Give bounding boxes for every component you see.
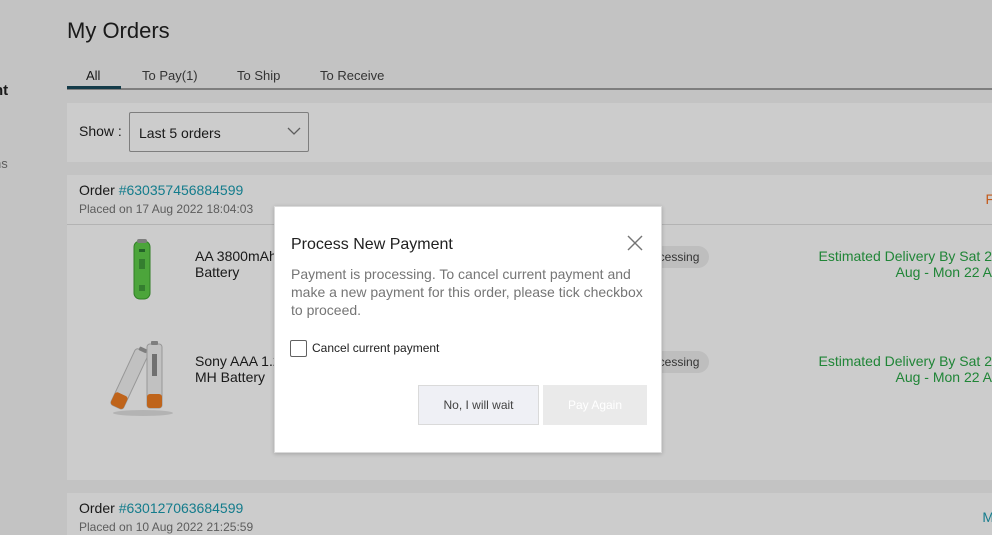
process-payment-dialog: Process New Payment Payment is processin… <box>274 206 662 453</box>
close-icon[interactable] <box>626 234 644 252</box>
wait-button[interactable]: No, I will wait <box>418 385 539 425</box>
cancel-payment-checkbox[interactable] <box>290 340 307 357</box>
cancel-payment-label[interactable]: Cancel current payment <box>312 341 439 355</box>
pay-again-button[interactable]: Pay Again <box>543 385 647 425</box>
dialog-message: Payment is processing. To cancel current… <box>291 266 643 318</box>
dialog-title: Process New Payment <box>291 236 453 253</box>
